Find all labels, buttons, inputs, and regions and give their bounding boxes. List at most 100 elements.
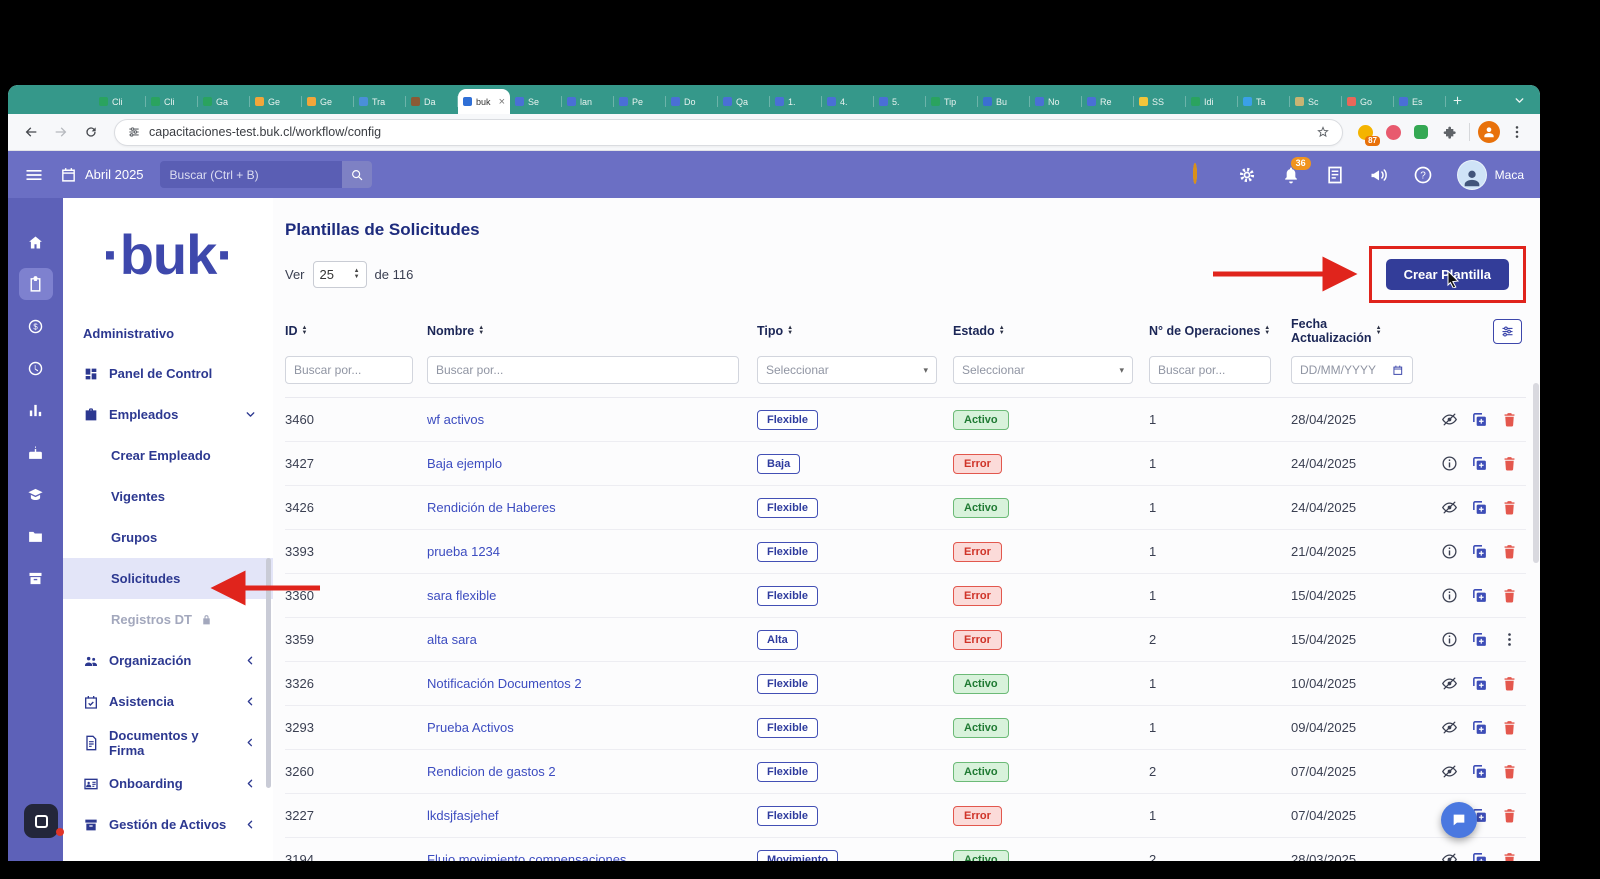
sidebar-item-asistencia[interactable]: Asistencia	[63, 681, 273, 722]
browser-tab[interactable]: Qa	[718, 89, 770, 114]
browser-tab[interactable]: Tra	[354, 89, 406, 114]
browser-tab[interactable]: Tip	[926, 89, 978, 114]
sidebar-subitem-grupos[interactable]: Grupos	[63, 517, 273, 558]
sort-icon[interactable]: ▲▼	[787, 326, 793, 337]
browser-tab[interactable]: Re	[1082, 89, 1134, 114]
extension-icon-red[interactable]	[1381, 120, 1405, 144]
sidebar-item-panel-de-control[interactable]: Panel de Control	[63, 353, 273, 394]
browser-tab-active[interactable]: buk×	[458, 89, 510, 114]
browser-tab[interactable]: Idi	[1186, 89, 1238, 114]
sidebar-subitem-solicitudes[interactable]: Solicitudes	[63, 558, 273, 599]
delete-icon[interactable]	[1501, 719, 1518, 736]
browser-tab[interactable]: 5.	[874, 89, 926, 114]
info-icon[interactable]	[1441, 543, 1458, 560]
sidebar-scrollbar[interactable]	[266, 558, 271, 788]
announcements-icon[interactable]	[1369, 165, 1389, 185]
sidebar-item-documentos-y-firma[interactable]: Documentos y Firma	[63, 722, 273, 763]
credits-icon[interactable]	[1193, 165, 1213, 185]
extension-icon-green[interactable]	[1409, 120, 1433, 144]
browser-tab[interactable]: Ga	[198, 89, 250, 114]
browser-tab[interactable]: Bu	[978, 89, 1030, 114]
sort-icon[interactable]: ▲▼	[1376, 326, 1382, 337]
duplicate-icon[interactable]	[1471, 631, 1488, 648]
address-bar[interactable]: capacitaciones-test.buk.cl/workflow/conf…	[114, 119, 1343, 146]
filter-text-input[interactable]	[1149, 356, 1271, 384]
column-filter-button[interactable]	[1493, 319, 1522, 344]
rail-item-benefits[interactable]	[19, 436, 53, 468]
duplicate-icon[interactable]	[1471, 763, 1488, 780]
browser-tab[interactable]: Do	[666, 89, 718, 114]
user-menu[interactable]: Maca	[1457, 160, 1524, 190]
duplicate-icon[interactable]	[1471, 411, 1488, 428]
sort-icon[interactable]: ▲▼	[999, 326, 1005, 337]
browser-tab[interactable]: Ta	[1238, 89, 1290, 114]
delete-icon[interactable]	[1501, 587, 1518, 604]
rail-item-reports[interactable]	[19, 394, 53, 426]
template-name-link[interactable]: prueba 1234	[427, 544, 500, 559]
page-size-select[interactable]: 25 ▲▼	[313, 261, 367, 288]
delete-icon[interactable]	[1501, 543, 1518, 560]
browser-tab[interactable]: Go	[1342, 89, 1394, 114]
search-icon[interactable]	[342, 161, 372, 188]
duplicate-icon[interactable]	[1471, 719, 1488, 736]
browser-tab[interactable]: 1.	[770, 89, 822, 114]
delete-icon[interactable]	[1501, 807, 1518, 824]
duplicate-icon[interactable]	[1471, 543, 1488, 560]
period-selector[interactable]: Abril 2025	[60, 166, 144, 183]
browser-tab[interactable]: Ge	[250, 89, 302, 114]
sidebar-item-organizaci-n[interactable]: Organización	[63, 640, 273, 681]
browser-tab[interactable]: No	[1030, 89, 1082, 114]
sidebar-item-onboarding[interactable]: Onboarding	[63, 763, 273, 804]
notifications-bell-icon[interactable]: 36	[1281, 165, 1301, 185]
rail-item-organization[interactable]	[19, 562, 53, 594]
settings-gear-icon[interactable]	[1237, 165, 1257, 185]
eye-off-icon[interactable]	[1441, 851, 1458, 861]
main-scrollbar[interactable]	[1533, 383, 1539, 563]
calendar-icon[interactable]	[1392, 363, 1404, 377]
browser-tab[interactable]: Sc	[1290, 89, 1342, 114]
delete-icon[interactable]	[1501, 411, 1518, 428]
hamburger-menu-icon[interactable]	[24, 165, 44, 185]
tab-search-icon[interactable]	[1508, 89, 1530, 111]
forward-icon[interactable]	[48, 119, 74, 145]
browser-tab[interactable]: 4.	[822, 89, 874, 114]
back-icon[interactable]	[18, 119, 44, 145]
column-header-fecha[interactable]: FechaActualización▲▼	[1291, 317, 1437, 345]
rail-item-time[interactable]	[19, 352, 53, 384]
delete-icon[interactable]	[1501, 675, 1518, 692]
column-header-estado[interactable]: Estado▲▼	[953, 324, 1149, 338]
global-search[interactable]	[160, 161, 372, 188]
more-options-icon[interactable]	[1501, 631, 1518, 648]
browser-tab[interactable]: Pe	[614, 89, 666, 114]
template-name-link[interactable]: alta sara	[427, 632, 477, 647]
template-name-link[interactable]: Baja ejemplo	[427, 456, 502, 471]
rail-item-documents[interactable]	[19, 520, 53, 552]
browser-tab[interactable]: lan	[562, 89, 614, 114]
sort-icon[interactable]: ▲▼	[478, 326, 484, 337]
global-search-input[interactable]	[160, 168, 342, 182]
rail-item-requests[interactable]	[19, 268, 53, 300]
sort-icon[interactable]: ▲▼	[302, 326, 308, 337]
sidebar-subitem-crear-empleado[interactable]: Crear Empleado	[63, 435, 273, 476]
sidebar-item-empleados[interactable]: Empleados	[63, 394, 273, 435]
chat-launcher-button[interactable]	[1441, 802, 1477, 838]
browser-tab[interactable]: Ge	[302, 89, 354, 114]
duplicate-icon[interactable]	[1471, 851, 1488, 861]
duplicate-icon[interactable]	[1471, 455, 1488, 472]
news-icon[interactable]	[1325, 165, 1345, 185]
column-header-operaciones[interactable]: N° de Operaciones▲▼	[1149, 324, 1291, 338]
browser-tab[interactable]: Se	[510, 89, 562, 114]
eye-off-icon[interactable]	[1441, 719, 1458, 736]
browser-tab[interactable]: SS	[1134, 89, 1186, 114]
column-header-tipo[interactable]: Tipo▲▼	[757, 324, 953, 338]
duplicate-icon[interactable]	[1471, 675, 1488, 692]
sidebar-item-gesti-n-de-activos[interactable]: Gestión de Activos	[63, 804, 273, 845]
site-settings-icon[interactable]	[127, 125, 141, 139]
template-name-link[interactable]: wf activos	[427, 412, 484, 427]
column-header-id[interactable]: ID▲▼	[285, 324, 427, 338]
reload-icon[interactable]	[78, 119, 104, 145]
filter-select[interactable]: Seleccionar▾	[757, 356, 937, 384]
delete-icon[interactable]	[1501, 455, 1518, 472]
filter-text-input[interactable]	[427, 356, 739, 384]
filter-select[interactable]: Seleccionar▾	[953, 356, 1133, 384]
